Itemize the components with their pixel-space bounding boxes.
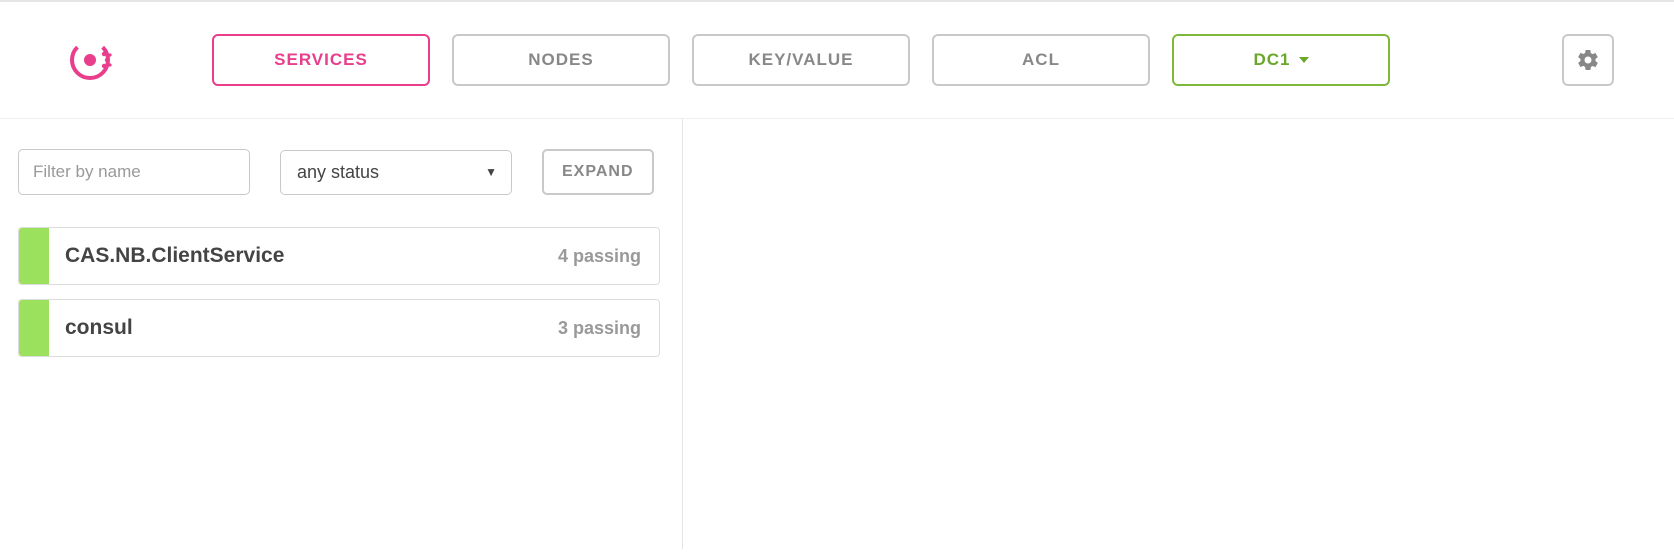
service-checks: 3 passing [540, 300, 659, 356]
tab-acl[interactable]: ACL [932, 34, 1150, 86]
datacenter-label: DC1 [1253, 50, 1290, 70]
service-name: CAS.NB.ClientService [49, 228, 540, 284]
service-row[interactable]: consul 3 passing [18, 299, 660, 357]
status-indicator [19, 228, 49, 284]
status-filter-select[interactable]: any status [280, 150, 512, 195]
caret-down-icon [1299, 57, 1309, 63]
expand-button[interactable]: EXPAND [542, 149, 654, 195]
service-row[interactable]: CAS.NB.ClientService 4 passing [18, 227, 660, 285]
status-indicator [19, 300, 49, 356]
service-checks: 4 passing [540, 228, 659, 284]
services-pane: any status EXPAND CAS.NB.ClientService 4… [0, 119, 683, 549]
gear-icon [1576, 48, 1600, 72]
main-nav: SERVICES NODES KEY/VALUE ACL DC1 [212, 34, 1540, 86]
filter-name-input[interactable] [18, 149, 250, 195]
app-header: SERVICES NODES KEY/VALUE ACL DC1 [0, 2, 1674, 119]
tab-nodes[interactable]: NODES [452, 34, 670, 86]
filter-bar: any status EXPAND [18, 149, 660, 195]
settings-button[interactable] [1562, 34, 1614, 86]
status-filter-value: any status [297, 162, 379, 183]
service-name: consul [49, 300, 540, 356]
consul-logo [60, 30, 120, 90]
datacenter-selector[interactable]: DC1 [1172, 34, 1390, 86]
tab-keyvalue[interactable]: KEY/VALUE [692, 34, 910, 86]
tab-services[interactable]: SERVICES [212, 34, 430, 86]
